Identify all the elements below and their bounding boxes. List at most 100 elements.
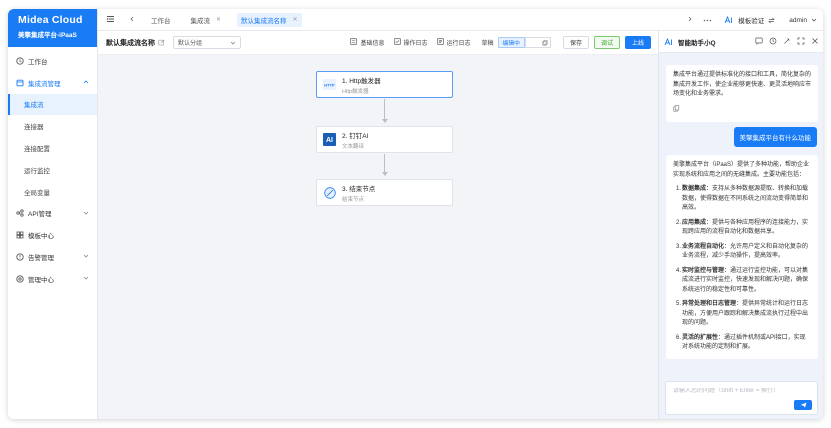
api-icon [15,209,24,218]
tab-flows[interactable]: 集成流 ✕ [187,13,226,27]
pin-icon[interactable] [783,37,791,45]
group-select[interactable]: 默认分组 [173,36,241,49]
flow-name: 默认集成流名称 [106,38,165,48]
run-log-label: 运行日志 [446,41,471,47]
sidebar-nav: 工作台 集成流管理 集成流 连接器 连接配置 运行监控 全局变量 API管理 模… [8,47,97,290]
flow-canvas[interactable]: HTTP 1. Http触发器 Http触发器 AI 2. 钉钉AI 文本翻译 [98,55,658,419]
copy-icon[interactable] [673,104,680,112]
close-icon[interactable] [811,37,819,45]
sidebar-subitem-flows[interactable]: 集成流 [8,93,97,116]
swap-icon [768,17,776,24]
more-icon[interactable] [703,17,712,24]
run-log-button[interactable]: 运行日志 [436,38,471,47]
sidebar-item-templates[interactable]: 模板中心 [8,224,97,246]
fullscreen-icon[interactable] [797,37,805,45]
feature-number: 3. [676,243,682,250]
publish-button[interactable]: 上线 [624,36,651,49]
feature-number: 4. [676,267,682,274]
flow-node-end[interactable]: 3. 结束节点 结束节点 [316,179,453,206]
feature-number: 6. [676,334,682,341]
tab-bar: 工作台 集成流 ✕ 默认集成流名称 ✕ 模板验证 admin [98,9,823,31]
tab-default-flow[interactable]: 默认集成流名称 ✕ [237,12,302,27]
sidebar-item-label: 管理中心 [28,276,54,284]
sidebar-item-admin-center[interactable]: 管理中心 [8,268,97,290]
flow-node-title: 2. 钉钉AI [342,132,369,140]
ai-assistant-icon [724,16,734,24]
flow-connector [384,99,385,121]
feature-text: 应用集成：提供与各种应用程序的连接能力，实现跨应用的流程自动化和数据共享。 [682,219,811,238]
sidebar-subitem-global-vars[interactable]: 全局变量 [8,181,97,203]
flow-connector [384,154,385,174]
flow-node-subtitle: 结束节点 [342,196,365,203]
admin-center-icon [15,274,24,283]
feature-name: 异常处理和日志管理 [682,301,737,307]
tab-scroll-left-icon[interactable] [129,16,135,24]
feature-name: 业务流程自动化 [682,243,725,250]
chat-input[interactable] [673,388,813,394]
template-icon [15,231,24,240]
template-verify-button[interactable]: 模板验证 [724,15,776,25]
editing-status-badge: 编辑中 [497,37,525,48]
user-name: admin [789,16,807,24]
flow-node-http-trigger[interactable]: HTTP 1. Http触发器 Http触发器 [316,71,453,98]
flow-node-text: 2. 钉钉AI 文本翻译 [342,130,368,150]
new-chat-icon[interactable] [755,37,763,45]
tab-scroll-right-icon[interactable] [687,16,693,24]
feature-text: 实时监控与管理：通过运行监控功能，可以对集成流进行实时监控，快速发现和解决问题，… [682,267,811,296]
chat-input-box [665,381,818,415]
close-icon[interactable]: ✕ [293,16,298,23]
flow-node-dingtalk-ai[interactable]: AI 2. 钉钉AI 文本翻译 [316,126,453,153]
feature-item: 4. 实时监控与管理：通过运行监控功能，可以对集成流进行实时监控，快速发现和解决问… [673,267,811,296]
edit-icon[interactable] [158,39,165,46]
user-menu[interactable]: admin [789,17,817,24]
tab-workbench[interactable]: 工作台 [147,13,175,27]
assistant-panel: 智能助手小Q 集成平台通过提供标准化的接口和工具，简化复杂的集成开发工作，使企业… [658,31,823,419]
assistant-title: 智能助手小Q [678,39,716,47]
send-button[interactable] [794,400,812,410]
svg-text:AI: AI [326,137,333,144]
flow-node-text: 1. Http触发器 Http触发器 [342,75,381,95]
operation-log-button[interactable]: 操作日志 [393,38,428,47]
assistant-message-answer: 美擎集成平台（iPaaS）提供了多种功能，帮助企业实现系统和应用之间的无缝集成。… [666,155,818,359]
sidebar-item-label: API管理 [28,211,52,219]
flow-toolbar: 默认集成流名称 默认分组 基础信息 操作日志 运行日志 草稿 编辑中 保存 调试… [98,31,658,55]
feature-text: 业务流程自动化：允许用户定义和自动化复杂的业务流程，减少手动操作，提高效率。 [682,243,811,262]
chevron-down-icon [811,17,817,23]
sidebar-item-alarms[interactable]: 告警管理 [8,246,97,268]
sidebar-item-api[interactable]: API管理 [8,203,97,225]
feature-text: 数据集成：支持从多种数据源提取、转换和加载数据，使得数据在不同系统之间流动变得简… [682,185,811,214]
feature-text: 灵活的扩展性：通过插件机制或API接口，实现对系统功能的定制和扩展。 [682,334,811,353]
feature-item: 1. 数据集成：支持从多种数据源提取、转换和加载数据，使得数据在不同系统之间流动变… [673,185,811,214]
flow-node-text: 3. 结束节点 结束节点 [342,183,375,203]
debug-button[interactable]: 调试 [593,36,620,49]
sidebar-subitem-connection-config[interactable]: 连接配置 [8,137,97,159]
environment-status: 草稿 编辑中 [482,37,551,48]
basic-info-button[interactable]: 基础信息 [350,38,385,47]
sidebar-subitem-run-monitor[interactable]: 运行监控 [8,159,97,181]
sidebar-item-flow-management[interactable]: 集成流管理 [8,72,97,94]
sidebar-subitem-connectors[interactable]: 连接器 [8,115,97,137]
end-icon [323,186,336,199]
run-log-icon [436,38,444,47]
menu-toggle-icon[interactable] [106,15,115,25]
flow-node-subtitle: Http触发器 [342,88,369,95]
brand-subtitle: 美擎集成平台-iPaaS [18,32,77,39]
send-icon [800,402,806,408]
tab-label: 默认集成流名称 [241,17,287,25]
sidebar-item-workbench[interactable]: 工作台 [8,50,97,72]
save-button[interactable]: 保存 [562,36,589,49]
feature-item: 2. 应用集成：提供与各种应用程序的连接能力，实现跨应用的流程自动化和数据共享。 [673,219,811,238]
version-select[interactable] [524,37,551,48]
feature-number: 5. [676,301,682,307]
close-icon[interactable]: ✕ [216,16,221,23]
http-icon: HTTP [323,78,336,91]
assistant-message-text: 集成平台通过提供标准化的接口和工具，简化复杂的集成开发工作，使企业能够更快速、更… [673,72,812,97]
user-message: 美擎集成平台有什么功能 [733,127,817,147]
chevron-down-icon [83,210,89,218]
alarm-icon [15,253,24,262]
template-verify-label: 模板验证 [738,18,765,25]
feature-item: 3. 业务流程自动化：允许用户定义和自动化复杂的业务流程，减少手动操作，提高效率。 [673,243,811,262]
svg-text:HTTP: HTTP [324,82,335,87]
history-icon[interactable] [769,37,777,45]
workbench-icon [15,56,24,65]
